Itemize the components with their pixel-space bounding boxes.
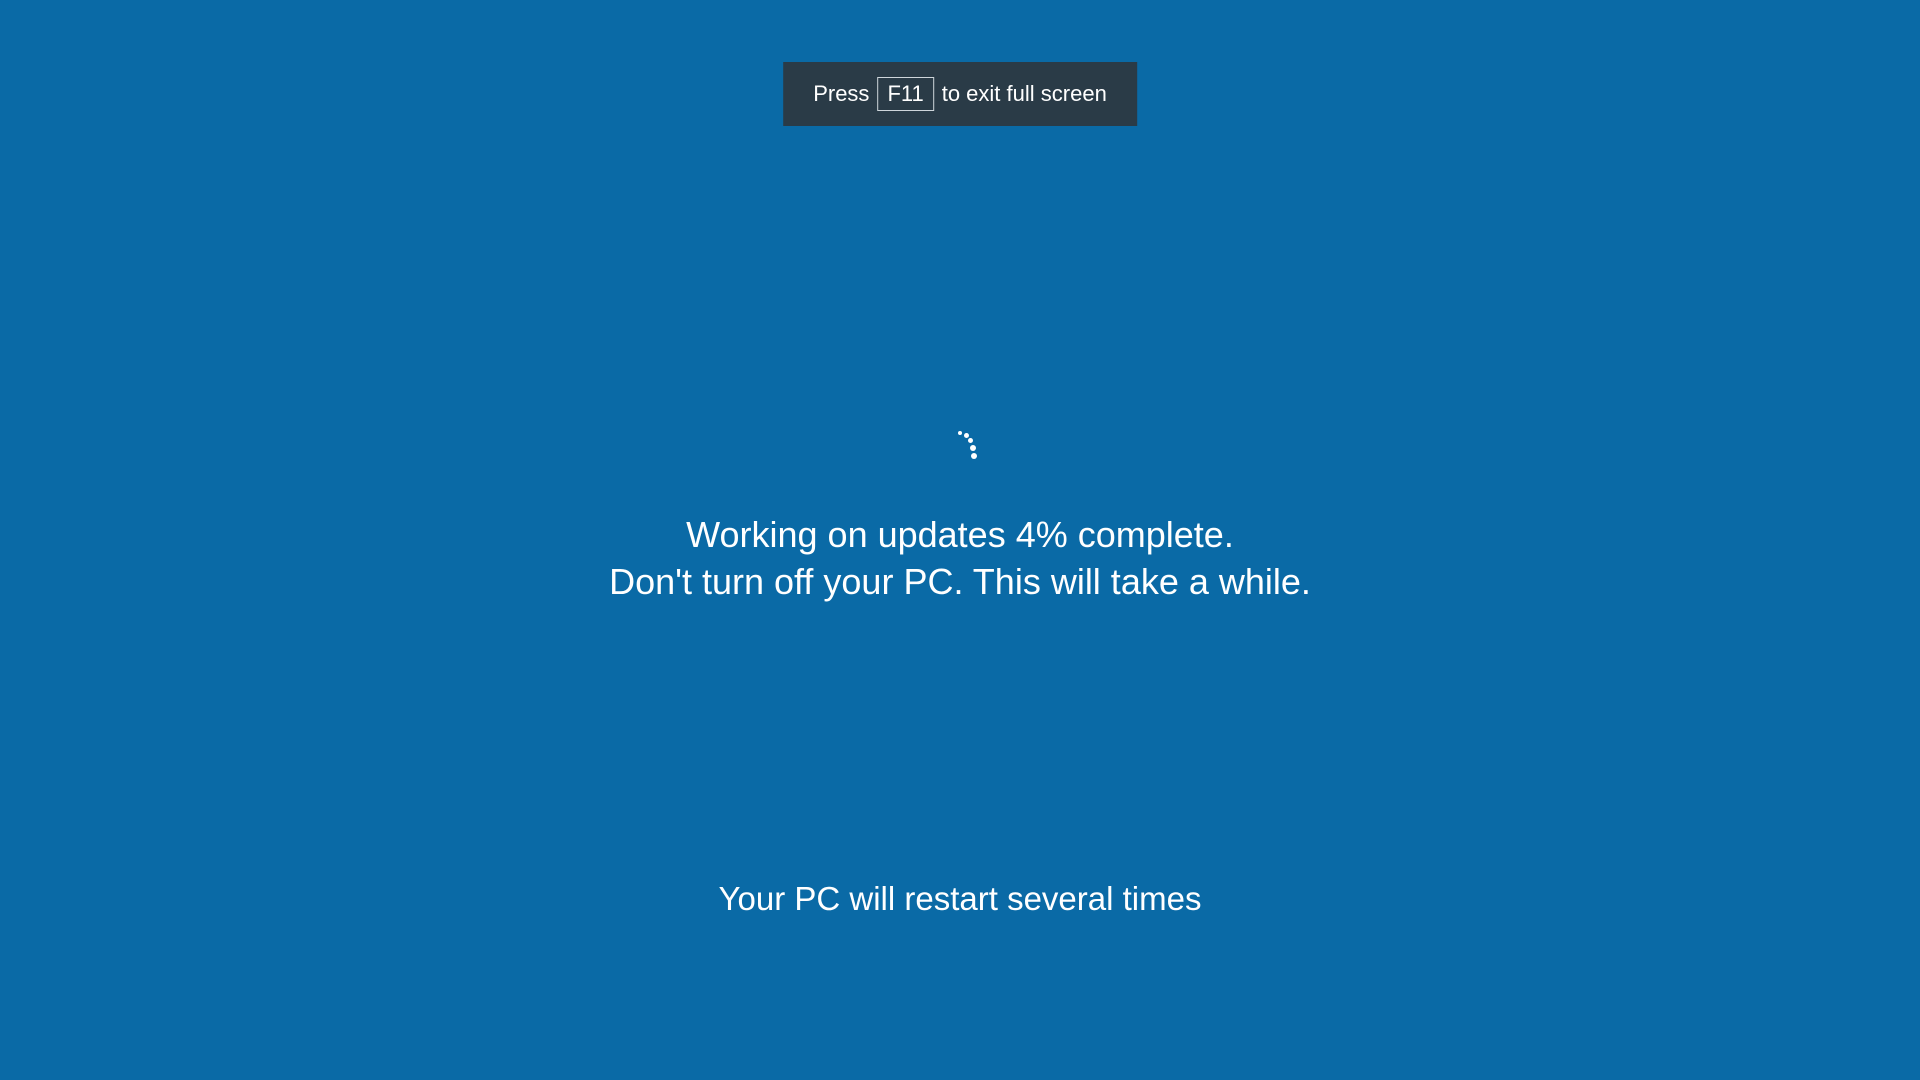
update-progress-line: Working on updates 4% complete.	[0, 512, 1920, 559]
f11-key-badge: F11	[877, 77, 933, 111]
fullscreen-exit-hint: Press F11 to exit full screen	[783, 62, 1137, 126]
update-warning-line: Don't turn off your PC. This will take a…	[0, 559, 1920, 606]
update-status-text: Working on updates 4% complete. Don't tu…	[0, 512, 1920, 606]
hint-prefix-text: Press	[813, 81, 869, 107]
restart-notice-text: Your PC will restart several times	[0, 880, 1920, 918]
hint-suffix-text: to exit full screen	[942, 81, 1107, 107]
loading-spinner-icon	[940, 430, 980, 470]
